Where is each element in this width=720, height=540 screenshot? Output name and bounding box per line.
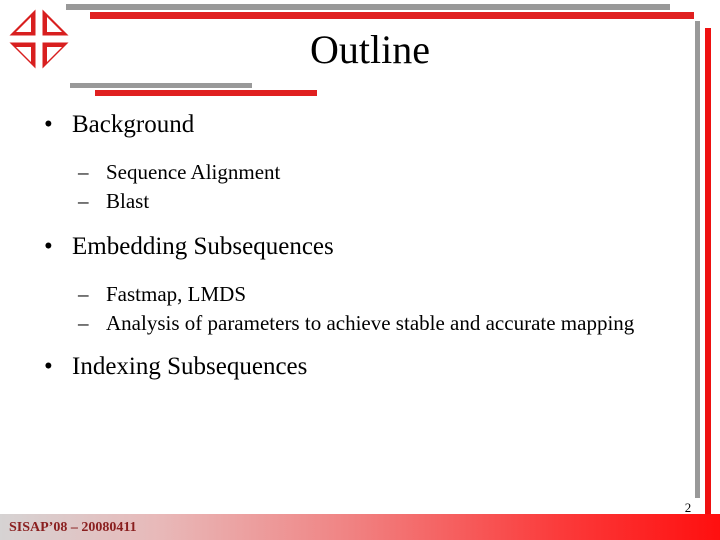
dash-marker-icon: – — [78, 160, 89, 184]
bullet-marker-icon: • — [44, 353, 53, 380]
outline-subitem-sequence-alignment: – Sequence Alignment — [28, 158, 668, 187]
title-underline-gray — [70, 83, 252, 88]
dash-marker-icon: – — [78, 282, 89, 306]
outline-subitem-label: Analysis of parameters to achieve stable… — [106, 311, 635, 335]
page-title: Outline — [310, 27, 430, 72]
dash-marker-icon: – — [78, 311, 89, 335]
sisap-diamond-logo-icon — [2, 2, 76, 76]
outline-list: • Background – Sequence Alignment – Blas… — [28, 108, 668, 386]
outline-item-label: Background — [72, 111, 195, 138]
outline-item-embedding-subsequences: • Embedding Subsequences — [28, 230, 668, 264]
outline-subitem-label: Fastmap, LMDS — [106, 282, 247, 306]
outline-subitem-label: Sequence Alignment — [106, 160, 281, 184]
outline-item-label: Embedding Subsequences — [72, 233, 334, 260]
sidebar-rule-red — [705, 28, 711, 540]
dash-marker-icon: – — [78, 189, 89, 213]
bullet-marker-icon: • — [44, 233, 53, 260]
header-rule-red — [90, 12, 694, 19]
header-rule-gray — [66, 4, 670, 10]
sidebar-rule-gray — [695, 21, 700, 498]
outline-item-background: • Background — [28, 108, 668, 142]
outline-subitem-label: Blast — [106, 189, 150, 213]
outline-item-label: Indexing Subsequences — [72, 353, 308, 380]
slide: Outline • Background – Sequence Alignmen… — [0, 0, 720, 540]
footer-label: SISAP’08 – 20080411 — [9, 520, 137, 535]
bullet-marker-icon: • — [44, 111, 53, 138]
outline-subitem-blast: – Blast — [28, 187, 668, 216]
outline-subitem-analysis-of-parameters: – Analysis of parameters to achieve stab… — [28, 309, 668, 338]
outline-subitem-fastmap-lmds: – Fastmap, LMDS — [28, 280, 668, 309]
outline-item-indexing-subsequences: • Indexing Subsequences — [28, 350, 668, 384]
title-underline-red — [95, 90, 317, 96]
